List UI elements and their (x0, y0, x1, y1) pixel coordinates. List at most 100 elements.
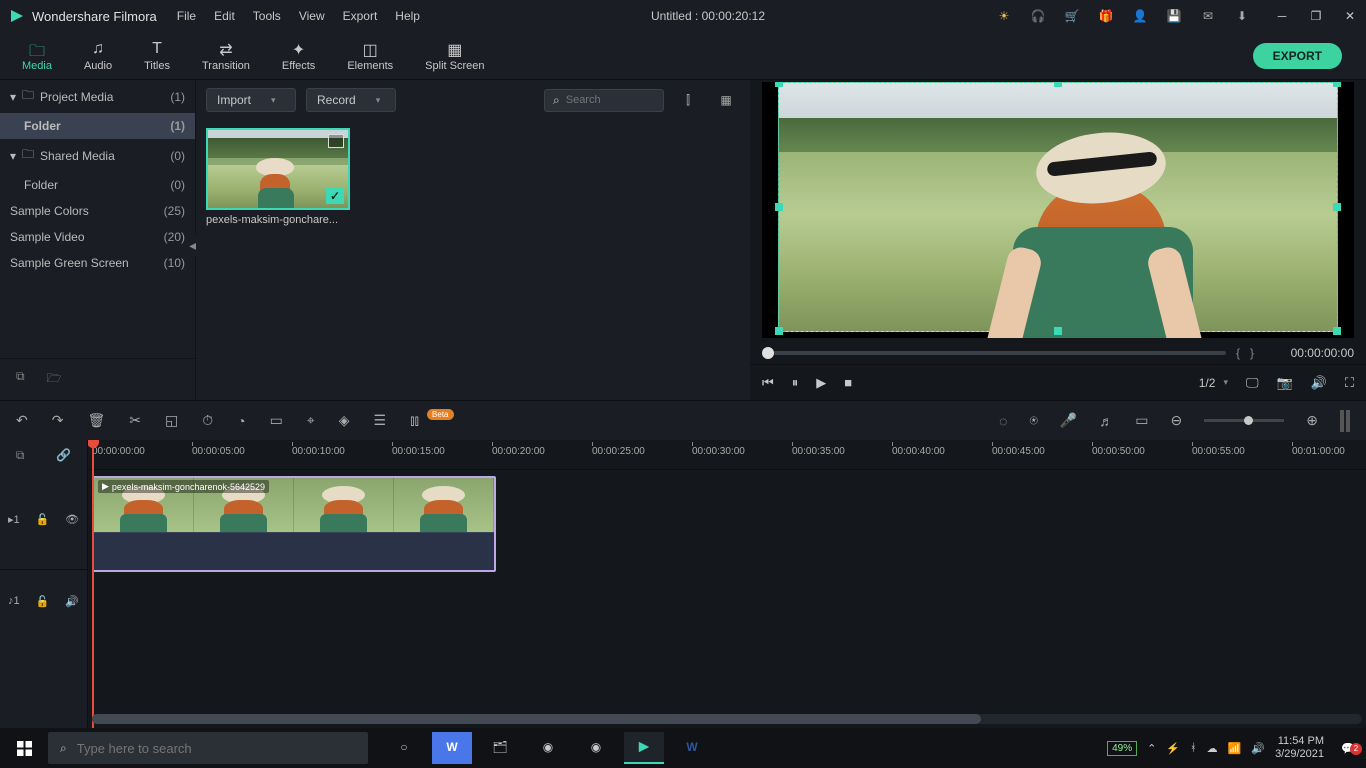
lock-icon[interactable]: 🔓 (36, 595, 50, 608)
fullscreen-icon[interactable]: ⛶ (1345, 375, 1354, 391)
scrub-handle[interactable] (762, 347, 774, 359)
headphones-icon[interactable]: 🎧 (1030, 8, 1046, 24)
split-button[interactable]: ✂ (129, 412, 141, 429)
menu-view[interactable]: View (299, 9, 325, 23)
sidebar-shared-media[interactable]: ▾ 🗀 Shared Media (0) (0, 139, 195, 172)
user-icon[interactable]: 👤 (1132, 8, 1148, 24)
tab-elements[interactable]: ◫Elements (331, 36, 409, 76)
stop-button[interactable]: ⏸ (792, 375, 799, 391)
new-folder-icon[interactable]: ⧉ (16, 369, 25, 390)
add-track-button[interactable]: ▭ (1135, 412, 1148, 429)
mute-icon[interactable]: 🔊 (65, 595, 79, 608)
zoom-slider[interactable] (1204, 419, 1284, 422)
menu-file[interactable]: File (177, 9, 196, 23)
battery-indicator[interactable]: 49% (1107, 741, 1137, 756)
play-button[interactable]: ▶ (816, 375, 826, 391)
lock-icon[interactable]: 🔓 (35, 513, 49, 526)
timeline-scrollbar[interactable] (92, 714, 1362, 724)
save-icon[interactable]: 💾 (1166, 8, 1182, 24)
explorer-icon[interactable]: 🗂 (480, 732, 520, 764)
media-thumbnail[interactable]: ✓ (206, 128, 350, 210)
taskbar-search[interactable]: ⌕ (48, 732, 368, 764)
menu-export[interactable]: Export (343, 9, 378, 23)
motion-track-button[interactable]: ⌖ (307, 412, 315, 429)
volume-icon[interactable]: 🔊 (1311, 375, 1327, 391)
power-icon[interactable]: ⚡ (1166, 742, 1180, 755)
mark-out-icon[interactable]: } (1250, 346, 1254, 360)
folder-open-icon[interactable]: 🗁 (47, 369, 62, 390)
start-button[interactable] (4, 732, 44, 764)
manage-tracks-icon[interactable]: ⧉ (16, 448, 25, 463)
close-button[interactable]: ✕ (1342, 8, 1358, 24)
menu-edit[interactable]: Edit (214, 9, 235, 23)
menu-tools[interactable]: Tools (253, 9, 281, 23)
prev-frame-button[interactable]: ⏮ (762, 375, 774, 391)
word-icon[interactable]: W (672, 732, 712, 764)
zoom-in-button[interactable]: ⊕ (1306, 412, 1318, 429)
gift-icon[interactable]: 🎁 (1098, 8, 1114, 24)
bluetooth-icon[interactable]: ᚼ (1190, 742, 1197, 754)
chrome-icon[interactable]: ◉ (528, 732, 568, 764)
chrome-icon-2[interactable]: ◉ (576, 732, 616, 764)
crop-button[interactable]: ◱ (165, 412, 178, 429)
menu-help[interactable]: Help (395, 9, 420, 23)
tab-media[interactable]: 🗀Media (6, 36, 68, 76)
import-dropdown[interactable]: Import▾ (206, 88, 296, 112)
time-ruler[interactable]: 00:00:00:00 00:00:05:00 00:00:10:00 00:0… (88, 440, 1366, 470)
zoom-out-button[interactable]: ⊖ (1171, 412, 1183, 429)
export-button[interactable]: EXPORT (1253, 43, 1342, 69)
scrub-track[interactable] (762, 351, 1226, 355)
display-icon[interactable]: 🖵 (1246, 375, 1259, 391)
timeline-body[interactable]: 00:00:00:00 00:00:05:00 00:00:10:00 00:0… (88, 440, 1366, 728)
search-input[interactable] (566, 94, 646, 106)
chevron-up-icon[interactable]: ⌃ (1147, 742, 1156, 755)
playhead[interactable] (92, 440, 94, 728)
record-stop-button[interactable]: ■ (844, 375, 852, 390)
redo-button[interactable]: ↷ (52, 412, 64, 429)
tab-transition[interactable]: ⇄Transition (186, 36, 266, 76)
filmora-taskbar-icon[interactable] (624, 732, 664, 764)
clock[interactable]: 11:54 PM 3/29/2021 (1275, 735, 1324, 761)
cart-icon[interactable]: 🛒 (1064, 8, 1080, 24)
keyframe-button[interactable]: ◈ (339, 412, 350, 429)
sidebar-project-media[interactable]: ▾ 🗀 Project Media (1) (0, 80, 195, 113)
minimize-button[interactable]: ─ (1274, 8, 1290, 24)
download-icon[interactable]: ⬇ (1234, 8, 1250, 24)
cloud-icon[interactable]: ☁ (1207, 742, 1218, 755)
visibility-icon[interactable]: 👁 (65, 513, 79, 526)
audio-track-header[interactable]: ♪1 🔓 🔊 (0, 570, 87, 632)
video-track-header[interactable]: ▸1 🔓 👁 (0, 470, 87, 570)
sidebar-folder-selected[interactable]: Folder (1) (0, 113, 195, 139)
preview-zoom-dropdown[interactable]: 1/2▾ (1199, 376, 1228, 390)
tab-split-screen[interactable]: ▦Split Screen (409, 36, 500, 76)
sidebar-sample-green-screen[interactable]: Sample Green Screen (10) (0, 250, 195, 276)
mail-icon[interactable]: ✉ (1200, 8, 1216, 24)
grid-view-icon[interactable]: ▦ (712, 93, 740, 107)
wifi-icon[interactable]: 📶 (1228, 742, 1242, 755)
sound-tray-icon[interactable]: 🔊 (1251, 742, 1265, 755)
preview-canvas[interactable] (762, 82, 1354, 338)
sidebar-sample-colors[interactable]: Sample Colors (25) (0, 198, 195, 224)
green-screen-button[interactable]: ▭ (270, 412, 283, 429)
wps-icon[interactable]: W (432, 732, 472, 764)
sidebar-sample-video[interactable]: Sample Video (20) (0, 224, 195, 250)
tab-audio[interactable]: ♫Audio (68, 36, 128, 76)
undo-button[interactable]: ↶ (16, 412, 28, 429)
notifications-icon[interactable]: 💬2 (1334, 742, 1362, 755)
filter-icon[interactable]: ⫿ (674, 93, 702, 108)
speed-button[interactable]: ⏱ (202, 412, 213, 429)
voiceover-button[interactable]: 🎤 (1060, 412, 1077, 429)
search-box[interactable]: ⌕ (544, 89, 664, 112)
audio-mixer-button[interactable]: ♬ (1099, 413, 1113, 429)
render-button[interactable]: ◌ (999, 413, 1007, 429)
sidebar-folder[interactable]: Folder (0) (0, 172, 195, 198)
sun-icon[interactable]: ☀ (996, 8, 1012, 24)
link-toggle-icon[interactable]: 🔗 (56, 448, 71, 462)
timeline-view-toggle[interactable] (1340, 410, 1350, 432)
track-area[interactable]: ▶ pexels-maksim-goncharenok-5642529 (88, 470, 1366, 720)
marker-button[interactable]: ⍟ (1029, 412, 1037, 429)
record-dropdown[interactable]: Record▾ (306, 88, 396, 112)
color-button[interactable]: ◔ (237, 413, 245, 429)
maximize-button[interactable]: ❐ (1308, 8, 1324, 24)
audio-waveform-button[interactable]: ⫾⫾ (410, 412, 419, 429)
